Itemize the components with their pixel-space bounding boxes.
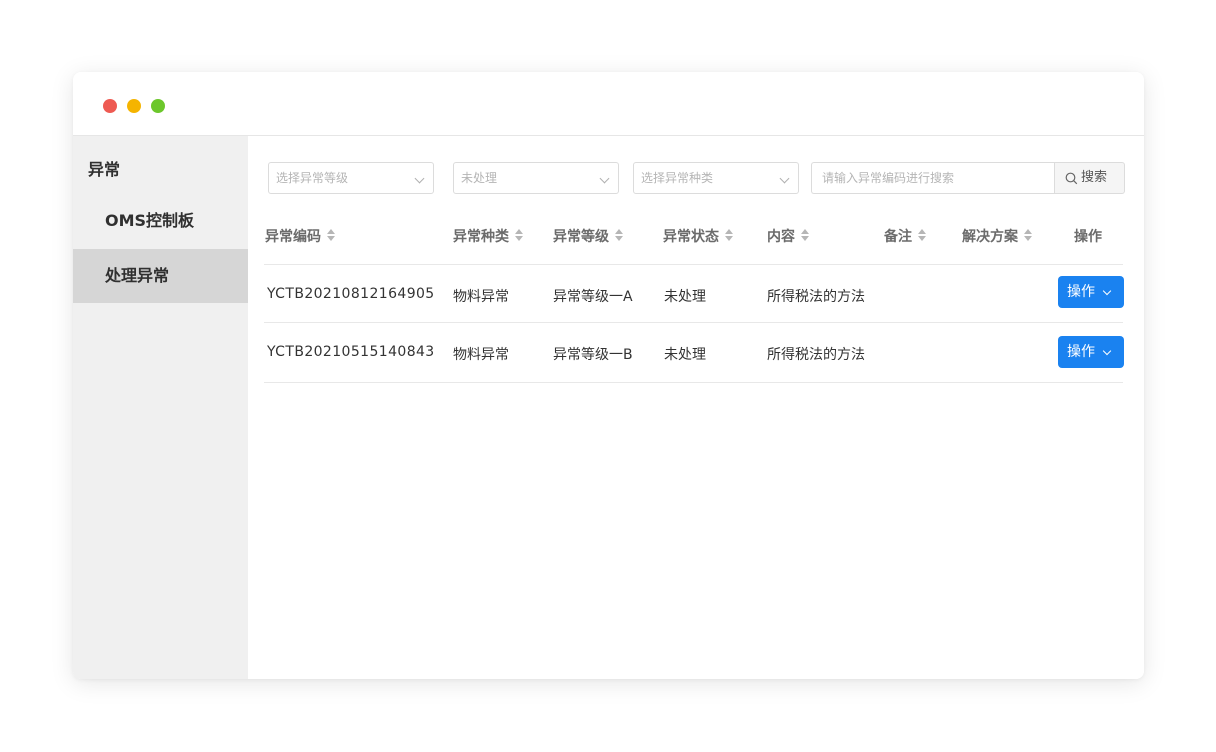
cell-code: YCTB20210515140843 bbox=[267, 344, 435, 360]
column-header-label: 异常编码 bbox=[265, 229, 321, 245]
chevron-down-icon bbox=[599, 173, 610, 184]
cell-level: 异常等级一A bbox=[553, 289, 633, 305]
column-header-content[interactable]: 内容 bbox=[767, 226, 810, 246]
column-header-label: 异常等级 bbox=[553, 229, 609, 245]
search-button[interactable]: 搜索 bbox=[1054, 162, 1125, 194]
sidebar: 异常 OMS控制板 处理异常 bbox=[73, 136, 248, 679]
chevron-down-icon bbox=[1102, 286, 1112, 296]
app-window: 异常 OMS控制板 处理异常 选择异常等级 未处理 选择异常种类 搜索 异常编码 bbox=[73, 72, 1144, 679]
row-action-dropdown[interactable]: 操作 bbox=[1058, 276, 1124, 308]
sidebar-item-oms-dashboard[interactable]: OMS控制板 bbox=[73, 194, 248, 248]
column-header-status[interactable]: 异常状态 bbox=[663, 226, 734, 246]
level-select-placeholder: 选择异常等级 bbox=[276, 171, 349, 185]
cell-content: 所得税法的方法 bbox=[767, 289, 865, 305]
type-select[interactable]: 选择异常种类 bbox=[633, 162, 799, 194]
column-header-label: 异常种类 bbox=[453, 229, 509, 245]
cell-type: 物料异常 bbox=[453, 289, 509, 305]
status-select-value: 未处理 bbox=[461, 171, 498, 185]
column-header-label: 异常状态 bbox=[663, 229, 719, 245]
sort-icon[interactable] bbox=[515, 228, 524, 242]
divider bbox=[264, 382, 1123, 383]
divider bbox=[264, 322, 1123, 323]
main-content: 选择异常等级 未处理 选择异常种类 搜索 异常编码 异常种类 异常等级 bbox=[248, 136, 1144, 679]
chevron-down-icon bbox=[1102, 346, 1112, 356]
close-window-button[interactable] bbox=[103, 99, 117, 113]
sort-icon[interactable] bbox=[327, 228, 336, 242]
column-header-level[interactable]: 异常等级 bbox=[553, 226, 624, 246]
chevron-down-icon bbox=[414, 173, 425, 184]
column-header-action: 操作 bbox=[1074, 229, 1102, 245]
cell-code: YCTB20210812164905 bbox=[267, 286, 435, 302]
column-header-type[interactable]: 异常种类 bbox=[453, 226, 524, 246]
column-header-remark[interactable]: 备注 bbox=[884, 226, 927, 246]
column-header-label: 内容 bbox=[767, 229, 795, 245]
cell-type: 物料异常 bbox=[453, 347, 509, 363]
sort-icon[interactable] bbox=[1024, 228, 1033, 242]
column-header-solution[interactable]: 解决方案 bbox=[962, 226, 1033, 246]
search-icon bbox=[1065, 172, 1078, 185]
sidebar-item-handle-exceptions[interactable]: 处理异常 bbox=[73, 249, 248, 303]
cell-status: 未处理 bbox=[664, 347, 706, 363]
minimize-window-button[interactable] bbox=[127, 99, 141, 113]
cell-content: 所得税法的方法 bbox=[767, 347, 865, 363]
search-button-label: 搜索 bbox=[1081, 170, 1108, 185]
sort-icon[interactable] bbox=[801, 228, 810, 242]
title-bar bbox=[73, 72, 1144, 136]
cell-status: 未处理 bbox=[664, 289, 706, 305]
sort-icon[interactable] bbox=[918, 228, 927, 242]
search-input[interactable] bbox=[811, 162, 1055, 194]
level-select[interactable]: 选择异常等级 bbox=[268, 162, 434, 194]
sort-icon[interactable] bbox=[725, 228, 734, 242]
divider bbox=[264, 264, 1123, 265]
chevron-down-icon bbox=[779, 173, 790, 184]
cell-level: 异常等级一B bbox=[553, 347, 633, 363]
column-header-label: 备注 bbox=[884, 229, 912, 245]
column-header-code[interactable]: 异常编码 bbox=[265, 226, 336, 246]
column-header-label: 解决方案 bbox=[962, 229, 1018, 245]
row-action-dropdown[interactable]: 操作 bbox=[1058, 336, 1124, 368]
row-action-label: 操作 bbox=[1067, 284, 1095, 300]
status-select[interactable]: 未处理 bbox=[453, 162, 619, 194]
sort-icon[interactable] bbox=[615, 228, 624, 242]
row-action-label: 操作 bbox=[1067, 344, 1095, 360]
sidebar-group-label: 异常 bbox=[88, 160, 121, 179]
type-select-placeholder: 选择异常种类 bbox=[641, 171, 714, 185]
maximize-window-button[interactable] bbox=[151, 99, 165, 113]
